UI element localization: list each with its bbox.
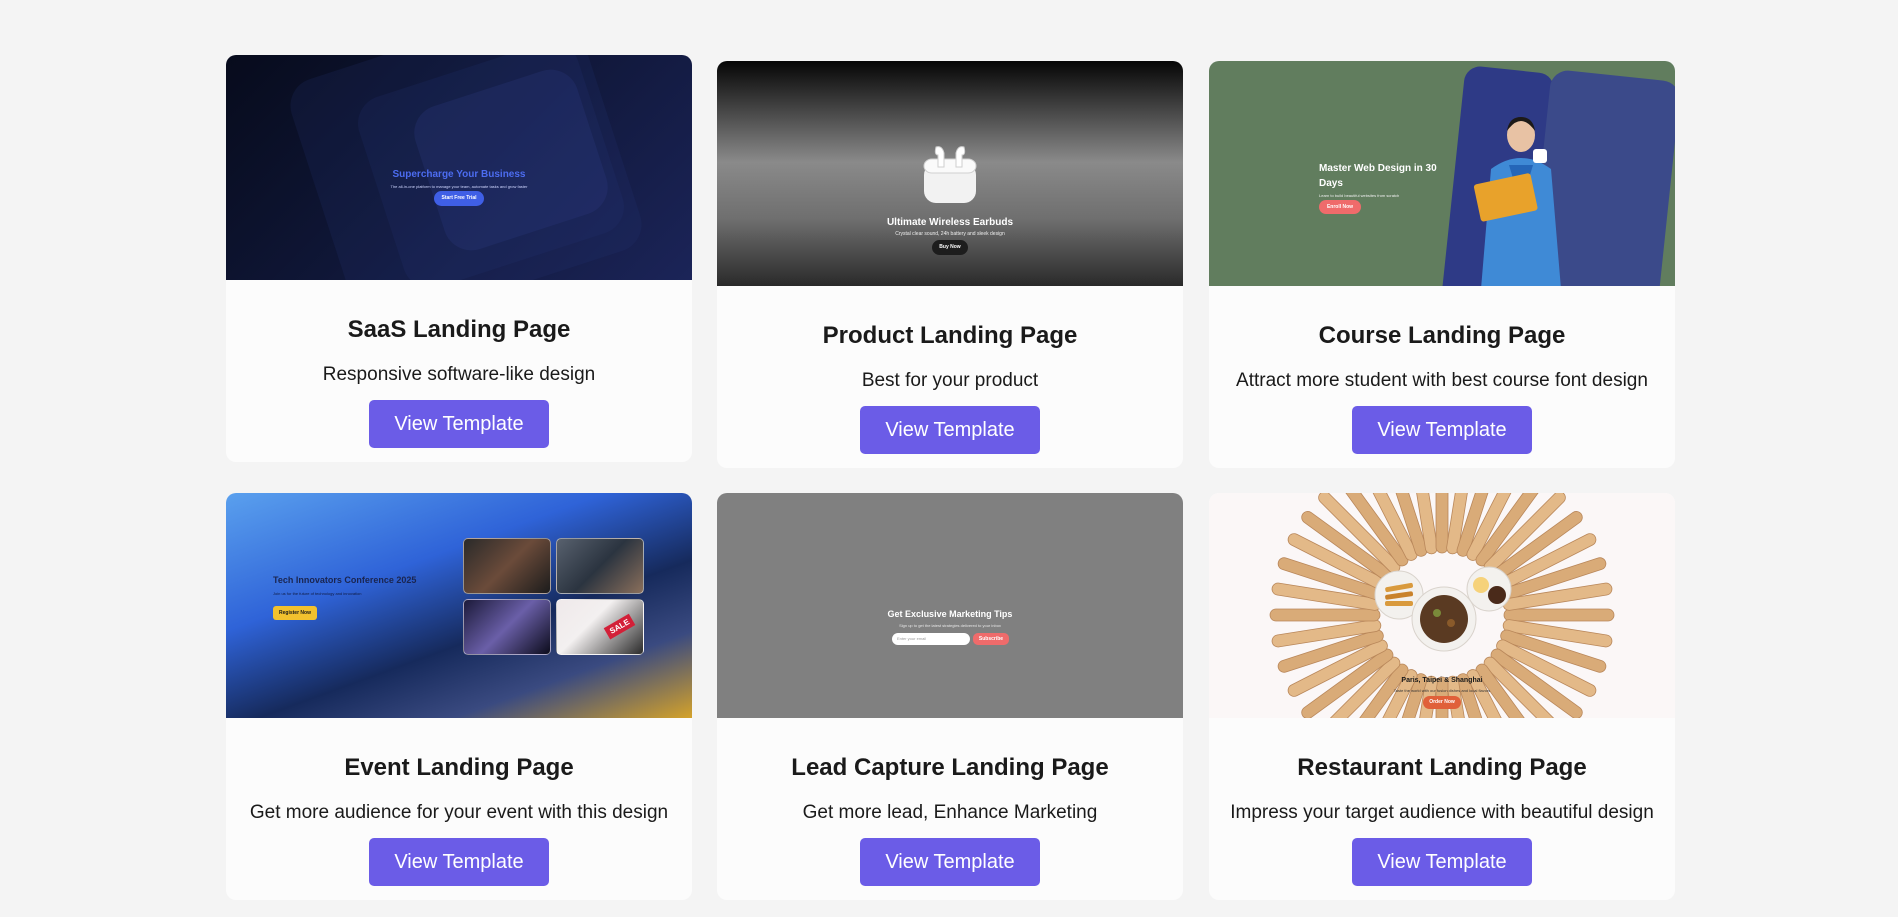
- event-preview-headline: Tech Innovators Conference 2025: [273, 575, 417, 585]
- template-card-restaurant: Paris, Taipei & Shanghai Taste the world…: [1209, 493, 1675, 900]
- card-description: Responsive software-like design: [322, 364, 596, 385]
- product-preview-image: Ultimate Wireless Earbuds Crystal clear …: [717, 61, 1183, 286]
- event-preview-image: Tech Innovators Conference 2025 Join us …: [226, 493, 692, 718]
- lead-preview-cta: Subscribe: [973, 633, 1009, 645]
- view-template-button[interactable]: View Template: [1352, 838, 1532, 886]
- card-title: Event Landing Page: [344, 754, 574, 781]
- card-title: Lead Capture Landing Page: [791, 754, 1109, 781]
- product-preview-headline: Ultimate Wireless Earbuds: [886, 217, 1014, 228]
- card-title: SaaS Landing Page: [347, 316, 571, 343]
- view-template-button[interactable]: View Template: [860, 406, 1040, 454]
- sale-badge: SALE: [603, 613, 636, 640]
- lead-preview-email-input: Enter your email: [892, 633, 970, 645]
- restaurant-preview-image: Paris, Taipei & Shanghai Taste the world…: [1209, 493, 1675, 718]
- view-template-button[interactable]: View Template: [860, 838, 1040, 886]
- card-description: Get more lead, Enhance Marketing: [802, 802, 1098, 823]
- bamboo-stick: [1503, 608, 1615, 622]
- view-template-button[interactable]: View Template: [1352, 406, 1532, 454]
- earbuds-case-icon: [923, 146, 977, 203]
- saas-preview-image: Supercharge Your Business The all-in-one…: [226, 55, 692, 280]
- restaurant-preview-subtext: Taste the world with our fusion dishes a…: [1393, 688, 1491, 693]
- card-description: Impress your target audience with beauti…: [1230, 802, 1654, 823]
- lead-capture-preview-image: Get Exclusive Marketing Tips Sign up to …: [717, 493, 1183, 718]
- template-gallery: Supercharge Your Business The all-in-one…: [0, 0, 1898, 917]
- instructor-figure-icon: [1473, 117, 1561, 286]
- course-preview-subtext: Learn to build beautiful websites from s…: [1319, 193, 1400, 198]
- bamboo-stick: [1269, 608, 1381, 622]
- lead-capture-preview-background: [717, 493, 1183, 718]
- product-preview-cta: Buy Now: [932, 240, 968, 255]
- event-photo: SALE: [556, 599, 644, 655]
- template-card-course: Master Web Design in 30 Days Learn to bu…: [1209, 61, 1675, 468]
- restaurant-preview-headline: Paris, Taipei & Shanghai: [1401, 677, 1483, 684]
- template-card-lead-capture: Get Exclusive Marketing Tips Sign up to …: [717, 493, 1183, 900]
- view-template-button[interactable]: View Template: [369, 838, 549, 886]
- saas-preview-headline: Supercharge Your Business: [392, 169, 526, 180]
- card-description: Best for your product: [861, 370, 1039, 391]
- template-card-product: Ultimate Wireless Earbuds Crystal clear …: [717, 61, 1183, 468]
- saas-preview-cta: Start Free Trial: [434, 191, 484, 206]
- card-title: Course Landing Page: [1318, 322, 1566, 349]
- restaurant-preview-cta: Order Now: [1423, 696, 1461, 709]
- event-preview-cta: Register Now: [273, 606, 317, 620]
- event-photo: [463, 599, 551, 655]
- event-photo: [463, 538, 551, 594]
- food-plates-icon: [1374, 566, 1512, 652]
- lead-preview-subtext: Sign up to get the latest strategies del…: [899, 623, 1001, 628]
- card-description: Attract more student with best course fo…: [1236, 370, 1648, 391]
- course-preview-image: Master Web Design in 30 Days Learn to bu…: [1209, 61, 1675, 286]
- template-card-event: Tech Innovators Conference 2025 Join us …: [226, 493, 692, 900]
- template-card-saas: Supercharge Your Business The all-in-one…: [226, 55, 692, 462]
- event-photo: [556, 538, 644, 594]
- card-title: Restaurant Landing Page: [1297, 754, 1587, 781]
- lead-preview-headline: Get Exclusive Marketing Tips: [887, 609, 1013, 619]
- event-preview-subtext: Join us for the future of technology and…: [273, 591, 362, 596]
- saas-preview-subtext: The all-in-one platform to manage your t…: [390, 184, 528, 189]
- bamboo-stick: [1435, 493, 1449, 554]
- card-title: Product Landing Page: [822, 322, 1078, 349]
- view-template-button[interactable]: View Template: [369, 400, 549, 448]
- course-preview-headline: Master Web Design in 30 Days: [1319, 163, 1437, 189]
- card-description: Get more audience for your event with th…: [249, 802, 669, 823]
- course-preview-cta: Enroll Now: [1319, 200, 1361, 214]
- product-preview-subtext: Crystal clear sound, 24h battery and sle…: [895, 231, 1005, 237]
